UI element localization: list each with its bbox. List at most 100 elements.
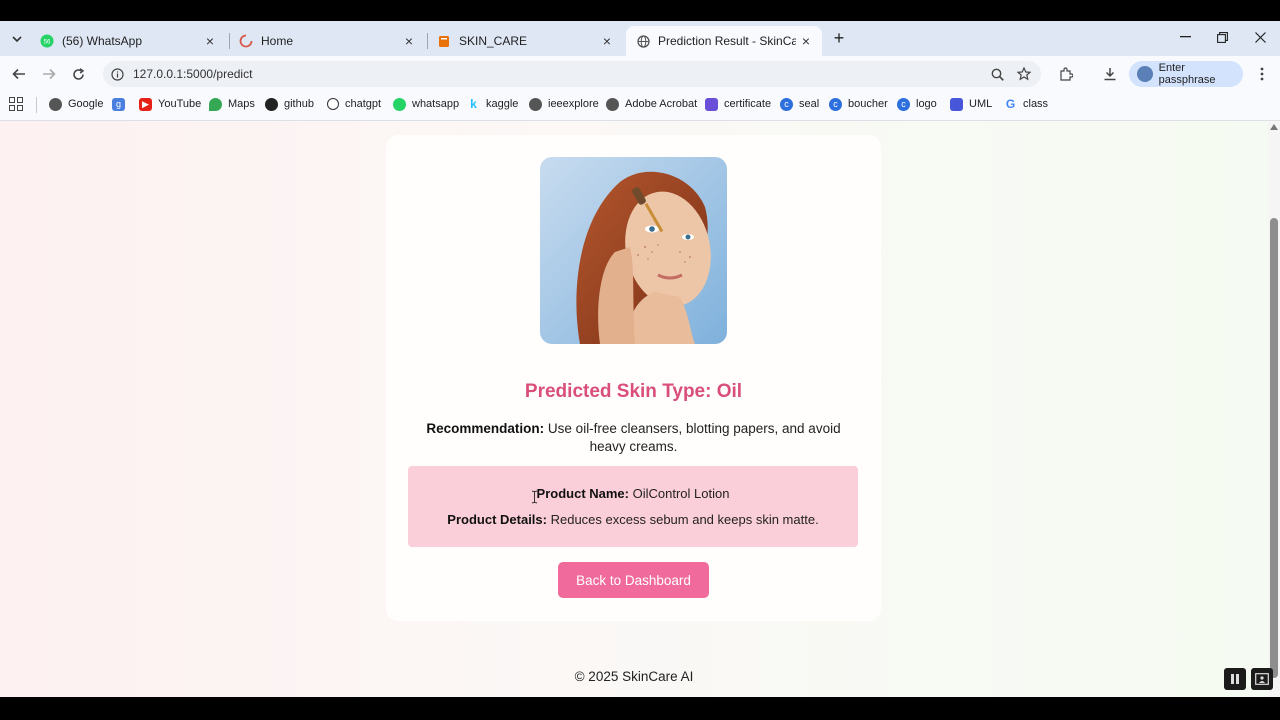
canva-icon: c: [780, 97, 793, 111]
tab-skin-care[interactable]: SKIN_CARE ×: [427, 26, 623, 56]
address-bar[interactable]: 127.0.0.1:5000/predict: [103, 61, 1041, 87]
product-name-label: Product Name:: [536, 486, 629, 501]
bookmark-chatgpt[interactable]: chatgpt: [327, 96, 381, 112]
kaggle-icon: k: [470, 97, 477, 111]
tab-prediction-result[interactable]: Prediction Result - SkinCare AI ×: [626, 26, 822, 56]
book-icon: [437, 34, 451, 48]
pause-icon: [1231, 674, 1239, 684]
avatar: [1137, 66, 1153, 82]
profile-label: Enter passphrase: [1158, 62, 1216, 86]
picture-in-picture-icon: [1255, 673, 1269, 685]
bookmark-certificate[interactable]: certificate: [705, 96, 771, 112]
bookmark-maps[interactable]: Maps: [209, 96, 255, 112]
canva-icon: c: [829, 97, 842, 111]
forward-button[interactable]: [37, 63, 61, 85]
back-button[interactable]: [7, 63, 31, 85]
restore-button[interactable]: [1207, 26, 1237, 48]
bookmark-google[interactable]: Google: [49, 96, 103, 112]
close-icon[interactable]: ×: [200, 31, 220, 51]
tab-title: (56) WhatsApp: [62, 34, 143, 48]
bookmark-whatsapp[interactable]: whatsapp: [393, 96, 459, 112]
certificate-icon: [705, 97, 718, 111]
predicted-skin-type-heading: Predicted Skin Type: Oil: [524, 381, 743, 402]
bookmark-boucher[interactable]: c boucher: [829, 96, 888, 112]
bookmark-kaggle[interactable]: k kaggle: [467, 96, 518, 112]
restore-icon: [1216, 31, 1228, 43]
uml-icon: [950, 97, 963, 111]
apps-grid-icon[interactable]: [9, 97, 25, 113]
product-details-line: Product Details: Reduces excess sebum an…: [408, 512, 858, 527]
window-close-button[interactable]: [1245, 26, 1275, 48]
reload-button[interactable]: [66, 63, 90, 85]
close-icon[interactable]: ×: [597, 31, 617, 51]
google-g-icon: G: [1005, 97, 1016, 111]
recommendation-text: Recommendation: Use oil-free cleansers, …: [418, 420, 849, 456]
pause-button[interactable]: [1224, 668, 1246, 690]
github-icon: [265, 97, 278, 111]
tab-title: Prediction Result - SkinCare AI: [658, 34, 796, 48]
globe-icon: [49, 97, 62, 111]
recommendation-value: Use oil-free cleansers, blotting papers,…: [544, 421, 841, 454]
chevron-down-icon: [12, 35, 22, 42]
maps-pin-icon: [209, 97, 222, 111]
bookmark-uml[interactable]: UML: [950, 96, 992, 112]
bookmark-seal[interactable]: c seal: [780, 96, 819, 112]
close-icon[interactable]: ×: [399, 31, 419, 51]
page-viewport: Predicted Skin Type: Oil Recommendation:…: [0, 121, 1268, 697]
tab-whatsapp[interactable]: 56 (56) WhatsApp ×: [30, 26, 226, 56]
minimize-icon: [1179, 36, 1191, 38]
bookmark-google-g[interactable]: g: [112, 96, 131, 112]
tab-strip: 56 (56) WhatsApp × Home × SKIN_CARE × Pr…: [0, 21, 1280, 56]
chatgpt-icon: [327, 98, 339, 110]
bookmark-youtube[interactable]: ▶ YouTube: [139, 96, 201, 112]
reload-icon: [72, 67, 84, 80]
bookmark-ieeexplore[interactable]: ieeexplore: [529, 96, 599, 112]
back-to-dashboard-button[interactable]: Back to Dashboard: [558, 562, 709, 598]
arrow-left-icon: [12, 68, 25, 80]
bookmark-github[interactable]: github: [265, 96, 314, 112]
close-icon[interactable]: ×: [796, 31, 816, 51]
tab-home[interactable]: Home ×: [229, 26, 425, 56]
minimize-button[interactable]: [1170, 26, 1200, 48]
tab-title: Home: [261, 34, 294, 48]
globe-icon: [636, 34, 650, 48]
canva-icon: c: [897, 97, 910, 111]
new-tab-button[interactable]: +: [828, 28, 850, 48]
download-icon[interactable]: [1101, 66, 1119, 82]
picture-in-picture-button[interactable]: [1251, 668, 1273, 690]
bookmarks-separator: [36, 97, 37, 113]
site-info-icon[interactable]: [109, 66, 125, 82]
arrow-right-icon: [43, 68, 56, 80]
extensions-icon[interactable]: [1057, 66, 1075, 82]
profile-button[interactable]: Enter passphrase: [1129, 61, 1243, 87]
product-details-value: Reduces excess sebum and keeps skin matt…: [546, 512, 819, 527]
loading-spinner-icon: [239, 34, 253, 48]
result-card: Predicted Skin Type: Oil Recommendation:…: [386, 135, 881, 621]
youtube-icon: ▶: [139, 97, 152, 111]
menu-kebab-icon[interactable]: [1253, 66, 1271, 82]
url-text: 127.0.0.1:5000/predict: [133, 67, 253, 81]
product-details-label: Product Details:: [447, 512, 547, 527]
scrollbar-thumb[interactable]: [1270, 218, 1278, 678]
skin-photo: [540, 157, 727, 344]
product-name-value: OilControl Lotion: [629, 486, 730, 501]
close-icon: [1254, 31, 1266, 43]
product-box: Product Name: OilControl Lotion Product …: [408, 466, 858, 547]
bookmark-class[interactable]: Gclass: [1004, 96, 1048, 112]
whatsapp-icon: [393, 97, 406, 111]
product-name-line: Product Name: OilControl Lotion: [408, 486, 858, 501]
recommendation-label: Recommendation:: [426, 421, 545, 436]
bookmark-logo[interactable]: c logo: [897, 96, 937, 112]
svg-text:56: 56: [44, 40, 51, 46]
bookmark-adobe-acrobat[interactable]: Adobe Acrobat: [606, 96, 697, 112]
tab-title: SKIN_CARE: [459, 34, 528, 48]
footer-copyright: © 2025 SkinCare AI: [574, 669, 694, 684]
text-cursor-icon: [531, 490, 538, 504]
zoom-icon[interactable]: [988, 66, 1006, 82]
scroll-up-arrow-icon[interactable]: [1270, 124, 1278, 130]
bookmark-star-icon[interactable]: [1015, 66, 1033, 82]
screen-top-bar: [0, 0, 1280, 21]
tab-search-button[interactable]: [6, 29, 28, 49]
google-g-icon: g: [112, 97, 125, 111]
globe-icon: [606, 97, 619, 111]
